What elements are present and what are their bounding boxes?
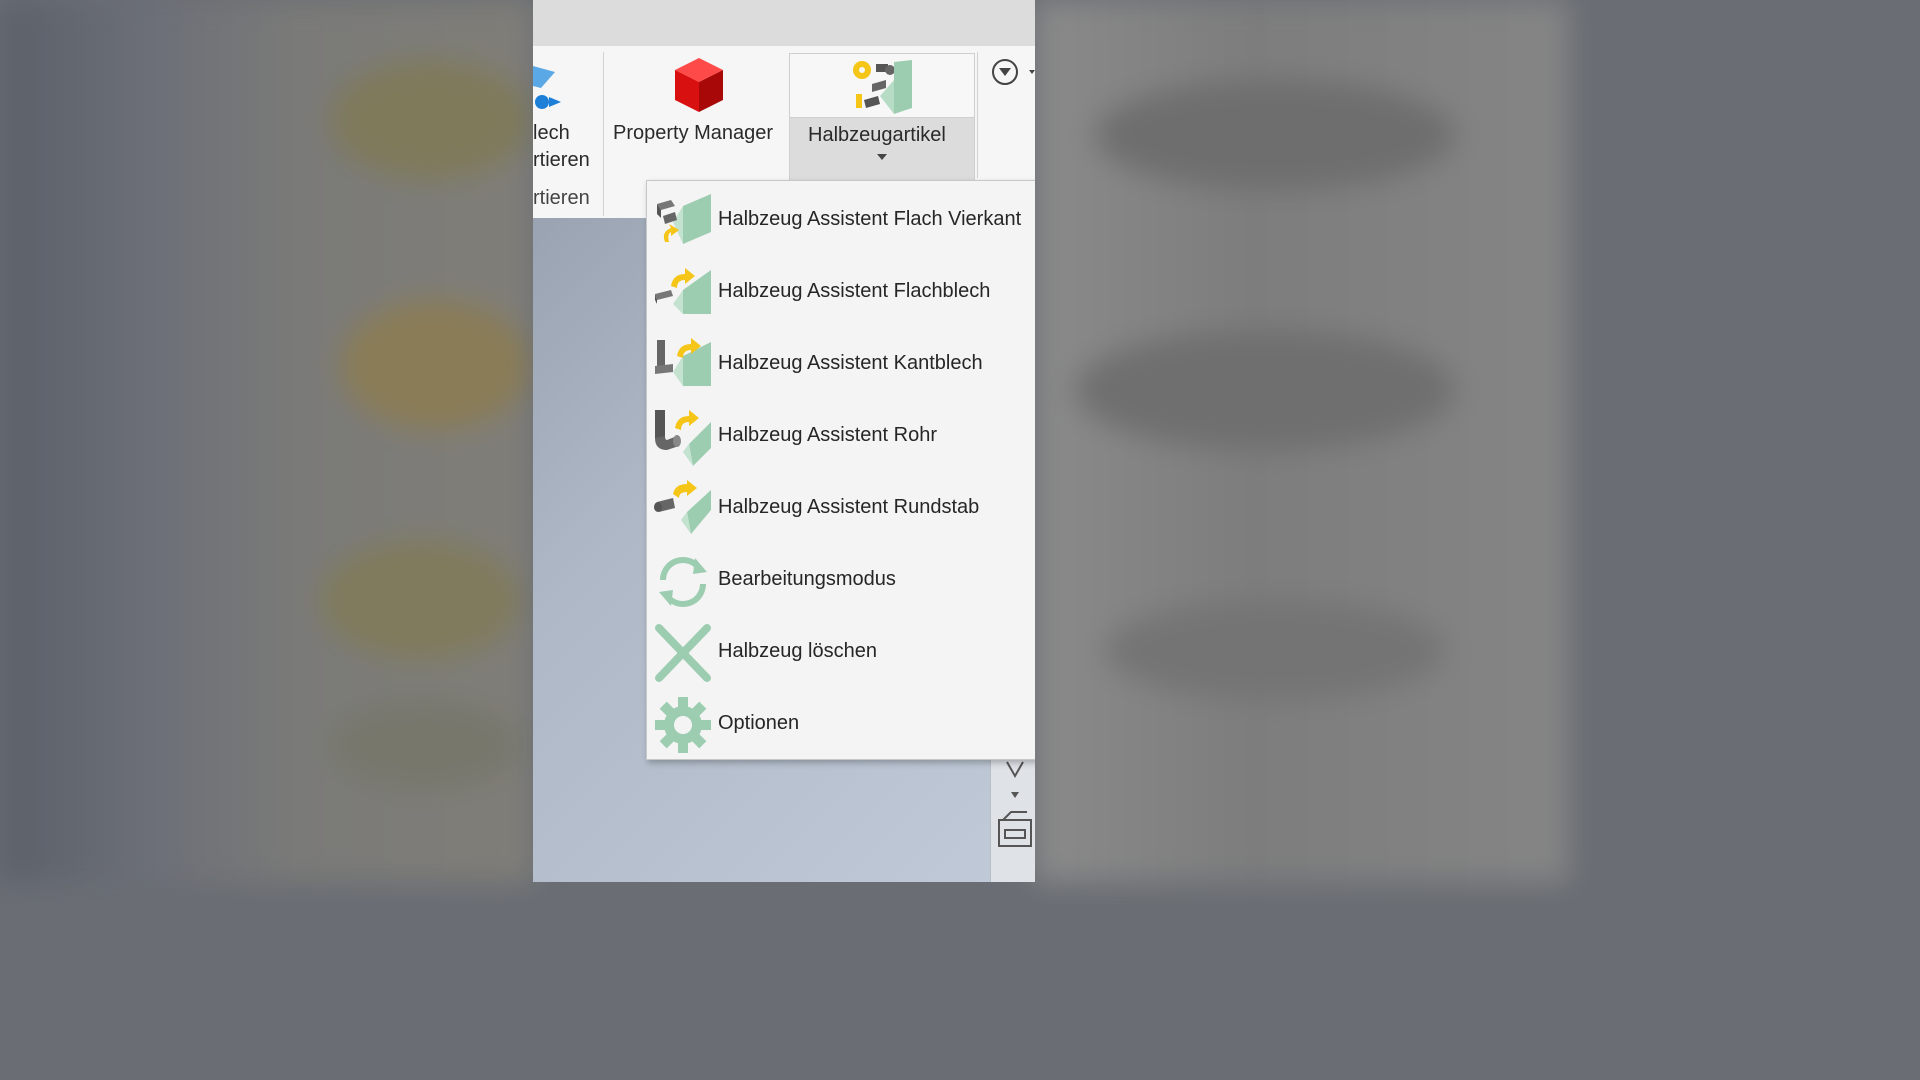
delete-x-icon	[655, 624, 711, 682]
ribbon-left-label-1[interactable]: lech	[533, 122, 570, 145]
title-bar	[533, 0, 1035, 46]
ribbon-separator	[977, 52, 978, 178]
halbzeug-dropdown-menu: Halbzeug Assistent Flach Vierkant Halbze…	[646, 180, 1035, 760]
menu-item-label: Halbzeug löschen	[718, 640, 877, 662]
menu-item-rohr[interactable]: Halbzeug Assistent Rohr	[647, 400, 1035, 470]
ribbon-separator	[603, 52, 604, 216]
bent-sheet-wizard-icon	[655, 338, 711, 386]
blurred-background-left	[0, 0, 533, 882]
halbzeugartikel-label: Halbzeugartikel	[808, 124, 946, 146]
menu-item-label: Bearbeitungsmodus	[718, 568, 896, 590]
menu-item-label: Halbzeug Assistent Rundstab	[718, 496, 980, 518]
round-bar-wizard-icon	[654, 480, 711, 534]
semi-finished-parts-icon	[853, 60, 912, 114]
ribbon-group-label: rtieren	[533, 187, 590, 209]
menu-item-loeschen[interactable]: Halbzeug löschen	[647, 616, 1035, 686]
ribbon-expand-icon[interactable]	[991, 58, 1035, 88]
menu-item-optionen[interactable]: Optionen	[647, 688, 1035, 758]
gear-icon	[655, 697, 711, 753]
refresh-icon	[659, 557, 707, 607]
menu-item-label: Halbzeug Assistent Kantblech	[718, 352, 983, 374]
menu-item-kantblech[interactable]: Halbzeug Assistent Kantblech	[647, 328, 1035, 398]
menu-item-label: Halbzeug Assistent Flach Vierkant	[718, 208, 1022, 230]
blurred-background-right	[1035, 0, 1568, 882]
halbzeugartikel-button[interactable]	[789, 53, 975, 118]
menu-item-label: Optionen	[718, 712, 800, 734]
panel-icon[interactable]	[997, 810, 1033, 850]
flat-square-wizard-icon	[657, 194, 711, 244]
menu-item-label: Halbzeug Assistent Rohr	[718, 424, 938, 446]
menu-item-bearbeitungsmodus[interactable]: Bearbeitungsmodus	[647, 544, 1035, 614]
property-manager-label: Property Manager	[613, 122, 774, 144]
property-manager-button[interactable]: Property Manager	[609, 50, 789, 160]
chevron-down-icon	[877, 154, 887, 160]
sheet-metal-icon	[533, 66, 561, 109]
red-cube-icon	[675, 58, 723, 112]
flat-sheet-wizard-icon	[655, 268, 711, 314]
tube-wizard-icon	[655, 410, 711, 466]
ribbon-left-label-2[interactable]: rtieren	[533, 149, 590, 172]
menu-item-flach-vierkant[interactable]: Halbzeug Assistent Flach Vierkant	[647, 184, 1035, 254]
halbzeugartikel-dropdown[interactable]: Halbzeugartikel	[789, 117, 975, 181]
menu-item-rundstab[interactable]: Halbzeug Assistent Rundstab	[647, 472, 1035, 542]
menu-item-flachblech[interactable]: Halbzeug Assistent Flachblech	[647, 256, 1035, 326]
filter-icon[interactable]	[1005, 760, 1025, 800]
side-toolbar	[990, 752, 1035, 882]
application-window: lech rtieren rtieren Property Manager Ha…	[533, 0, 1035, 882]
menu-item-label: Halbzeug Assistent Flachblech	[718, 280, 991, 302]
